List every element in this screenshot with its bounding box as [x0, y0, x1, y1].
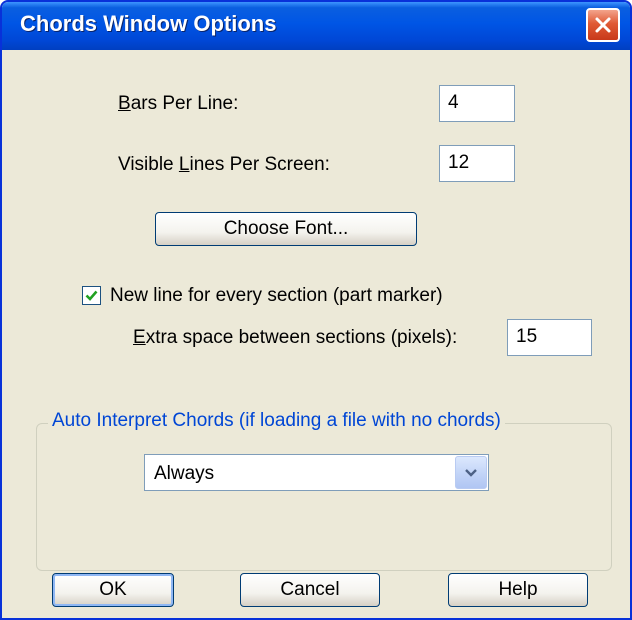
window-title: Chords Window Options [20, 11, 277, 36]
new-line-checkbox[interactable] [82, 286, 101, 305]
extra-space-mnemonic: E [133, 327, 146, 348]
extra-space-label-rest: xtra space between sections (pixels): [145, 327, 458, 348]
choose-font-button[interactable]: Choose Font... [155, 212, 417, 246]
ok-button[interactable]: OK [52, 573, 174, 607]
close-button[interactable] [586, 8, 620, 42]
extra-space-input[interactable]: 15 [507, 319, 592, 356]
visible-lines-label: Visible Lines Per Screen: [118, 154, 330, 176]
auto-interpret-groupbox [36, 423, 612, 571]
bars-per-line-mnemonic: B [118, 93, 131, 114]
new-line-checkbox-label[interactable]: New line for every section (part marker) [110, 285, 443, 307]
visible-lines-mnemonic: L [178, 154, 190, 175]
dropdown-button[interactable] [455, 456, 487, 489]
bars-per-line-label-rest: ars Per Line: [130, 93, 239, 114]
auto-interpret-select[interactable]: Always [144, 454, 489, 491]
extra-space-label: Extra space between sections (pixels): [133, 327, 457, 349]
help-button[interactable]: Help [448, 573, 588, 607]
chevron-down-icon [465, 468, 477, 477]
visible-lines-label-pre: Visible [118, 154, 179, 175]
visible-lines-input[interactable]: 12 [439, 145, 515, 182]
bars-per-line-input[interactable]: 4 [439, 85, 515, 122]
visible-lines-label-rest: ines Per Screen: [189, 154, 330, 175]
title-bar[interactable]: Chords Window Options [2, 2, 630, 50]
checkmark-icon [85, 290, 98, 301]
cancel-button[interactable]: Cancel [240, 573, 380, 607]
auto-interpret-selected-value: Always [154, 463, 215, 484]
auto-interpret-legend: Auto Interpret Chords (if loading a file… [48, 410, 505, 432]
dialog-window: Chords Window Options Bars Per Line: 4 V… [0, 0, 632, 620]
bars-per-line-label: Bars Per Line: [118, 93, 238, 115]
close-icon [595, 17, 611, 33]
